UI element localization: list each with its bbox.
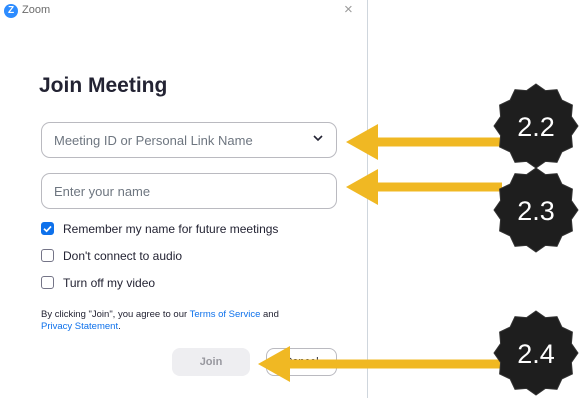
step-badge-star: 2.4 — [493, 310, 579, 396]
annotation-arrow — [346, 169, 502, 205]
step-label: 2.3 — [517, 196, 555, 226]
step-badge-star: 2.2 — [493, 83, 579, 169]
annotation-arrow — [258, 346, 502, 382]
step-label: 2.2 — [517, 112, 555, 142]
step-badge-star: 2.3 — [493, 167, 579, 253]
step-label: 2.4 — [517, 339, 555, 369]
annotation-overlay: 2.2 2.3 2.4 — [258, 83, 579, 396]
annotation-arrow — [346, 124, 502, 160]
